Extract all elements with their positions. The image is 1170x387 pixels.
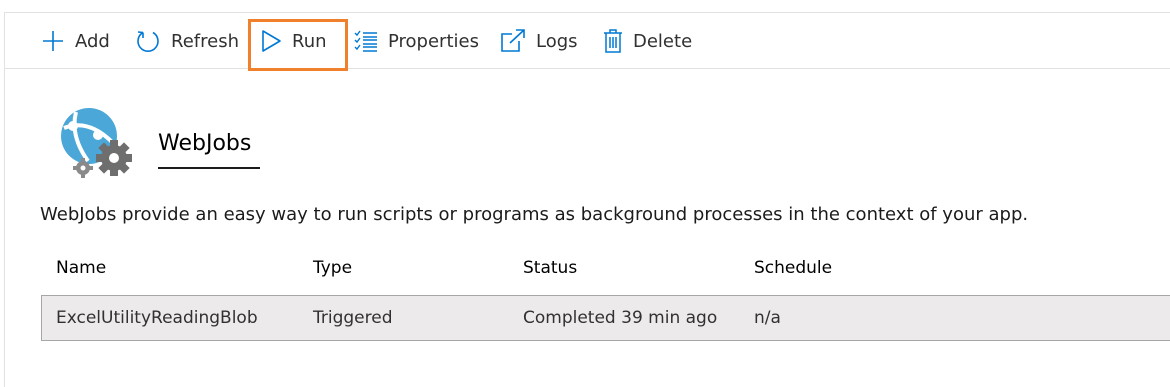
row-status-cell: Completed 39 min ago <box>523 308 718 328</box>
page-title: WebJobs <box>158 131 252 156</box>
properties-button[interactable]: Properties <box>354 13 479 69</box>
column-header-schedule: Schedule <box>754 258 833 278</box>
logs-label: Logs <box>536 30 578 52</box>
row-schedule-cell: n/a <box>754 308 781 328</box>
refresh-icon <box>137 31 159 52</box>
logs-button[interactable]: Logs <box>500 13 578 69</box>
list-icon <box>354 30 377 52</box>
webjobs-logo-icon <box>58 106 136 182</box>
add-label: Add <box>75 30 110 52</box>
column-header-name: Name <box>56 258 107 278</box>
column-header-status: Status <box>523 258 578 278</box>
plus-icon <box>43 31 63 51</box>
row-type-cell: Triggered <box>313 308 393 328</box>
external-link-icon <box>501 29 525 52</box>
trash-icon <box>604 29 622 53</box>
title-underline <box>158 167 260 169</box>
row-name-cell: ExcelUtilityReadingBlob <box>56 308 258 328</box>
play-icon <box>262 30 281 52</box>
page-description: WebJobs provide an easy way to run scrip… <box>40 204 1029 225</box>
column-header-type: Type <box>313 258 353 278</box>
run-button[interactable]: Run <box>260 13 327 69</box>
delete-label: Delete <box>633 30 693 52</box>
refresh-label: Refresh <box>171 30 239 52</box>
refresh-button[interactable]: Refresh <box>135 13 239 69</box>
properties-label: Properties <box>388 30 479 52</box>
delete-button[interactable]: Delete <box>603 13 692 69</box>
add-button[interactable]: Add <box>41 13 110 69</box>
run-label: Run <box>292 30 327 52</box>
command-bar: Add Refresh Run Properties Logs Delete <box>5 13 1170 69</box>
